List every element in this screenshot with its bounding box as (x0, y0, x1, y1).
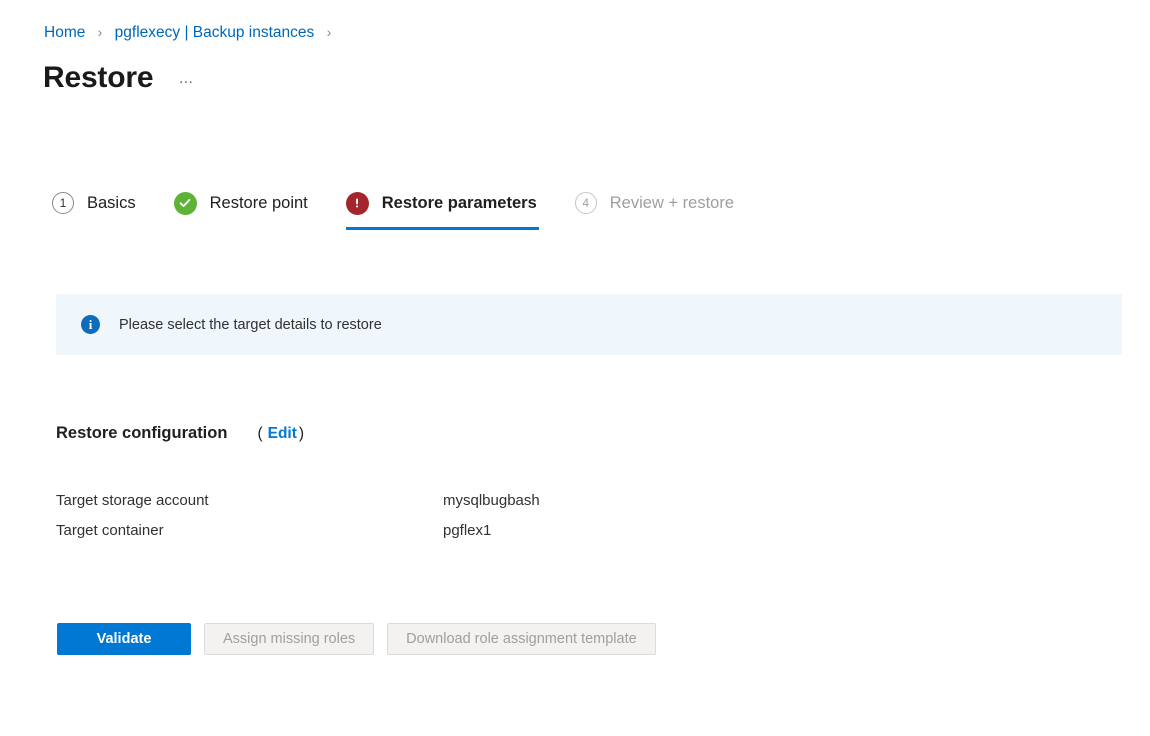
paren-close: ) (298, 425, 305, 442)
restore-configuration-header: Restore configuration ( Edit) (56, 424, 304, 443)
step-number-icon: 4 (574, 192, 597, 214)
page-title-row: Restore … (43, 60, 199, 98)
wizard-tabs: 1 Basics Restore point Restore parameter… (52, 185, 772, 230)
error-circle-icon (345, 191, 369, 215)
breadcrumb-item-home[interactable]: Home (44, 24, 85, 41)
action-buttons: Validate Assign missing roles Download r… (57, 623, 656, 655)
restore-wizard-page: Home › pgflexecy | Backup instances › Re… (0, 0, 1150, 736)
info-banner: i Please select the target details to re… (56, 294, 1122, 355)
breadcrumb-item-backup-instances[interactable]: pgflexecy | Backup instances (115, 24, 315, 41)
download-role-assignment-template-button[interactable]: Download role assignment template (387, 623, 656, 655)
detail-label: Target container (56, 522, 164, 539)
paren-open: ( (257, 425, 263, 442)
info-icon-glyph: i (88, 317, 93, 332)
breadcrumb-separator-icon: › (97, 24, 103, 40)
detail-label: Target storage account (56, 492, 209, 509)
check-circle-icon (173, 191, 197, 215)
tab-label: Basics (87, 193, 136, 212)
assign-missing-roles-button[interactable]: Assign missing roles (204, 623, 375, 655)
tab-basics[interactable]: 1 Basics (52, 185, 136, 221)
tab-label: Restore parameters (381, 193, 537, 212)
tab-review-restore[interactable]: 4 Review + restore (574, 185, 735, 221)
tab-label: Review + restore (609, 193, 735, 212)
validate-button[interactable]: Validate (57, 623, 191, 655)
edit-link[interactable]: Edit (268, 425, 297, 442)
tab-label: Restore point (209, 193, 308, 212)
edit-wrapper: ( Edit) (257, 425, 304, 443)
detail-row-target-storage-account: Target storage account mysqlbugbash (56, 492, 540, 522)
breadcrumb: Home › pgflexecy | Backup instances › (44, 22, 339, 43)
detail-value: pgflex1 (443, 522, 492, 539)
detail-row-target-container: Target container pgflex1 (56, 522, 540, 552)
info-banner-message: Please select the target details to rest… (119, 316, 382, 333)
more-options-icon[interactable]: … (175, 68, 199, 94)
breadcrumb-separator-icon-2: › (326, 24, 332, 40)
page-title: Restore (43, 61, 154, 94)
info-icon: i (81, 315, 100, 334)
restore-configuration-details: Target storage account mysqlbugbash Targ… (56, 492, 540, 552)
detail-value: mysqlbugbash (443, 492, 540, 509)
tab-restore-parameters[interactable]: Restore parameters (345, 185, 539, 230)
section-title: Restore configuration (56, 424, 228, 442)
tab-restore-point[interactable]: Restore point (173, 185, 308, 221)
step-number-icon: 1 (52, 192, 74, 214)
